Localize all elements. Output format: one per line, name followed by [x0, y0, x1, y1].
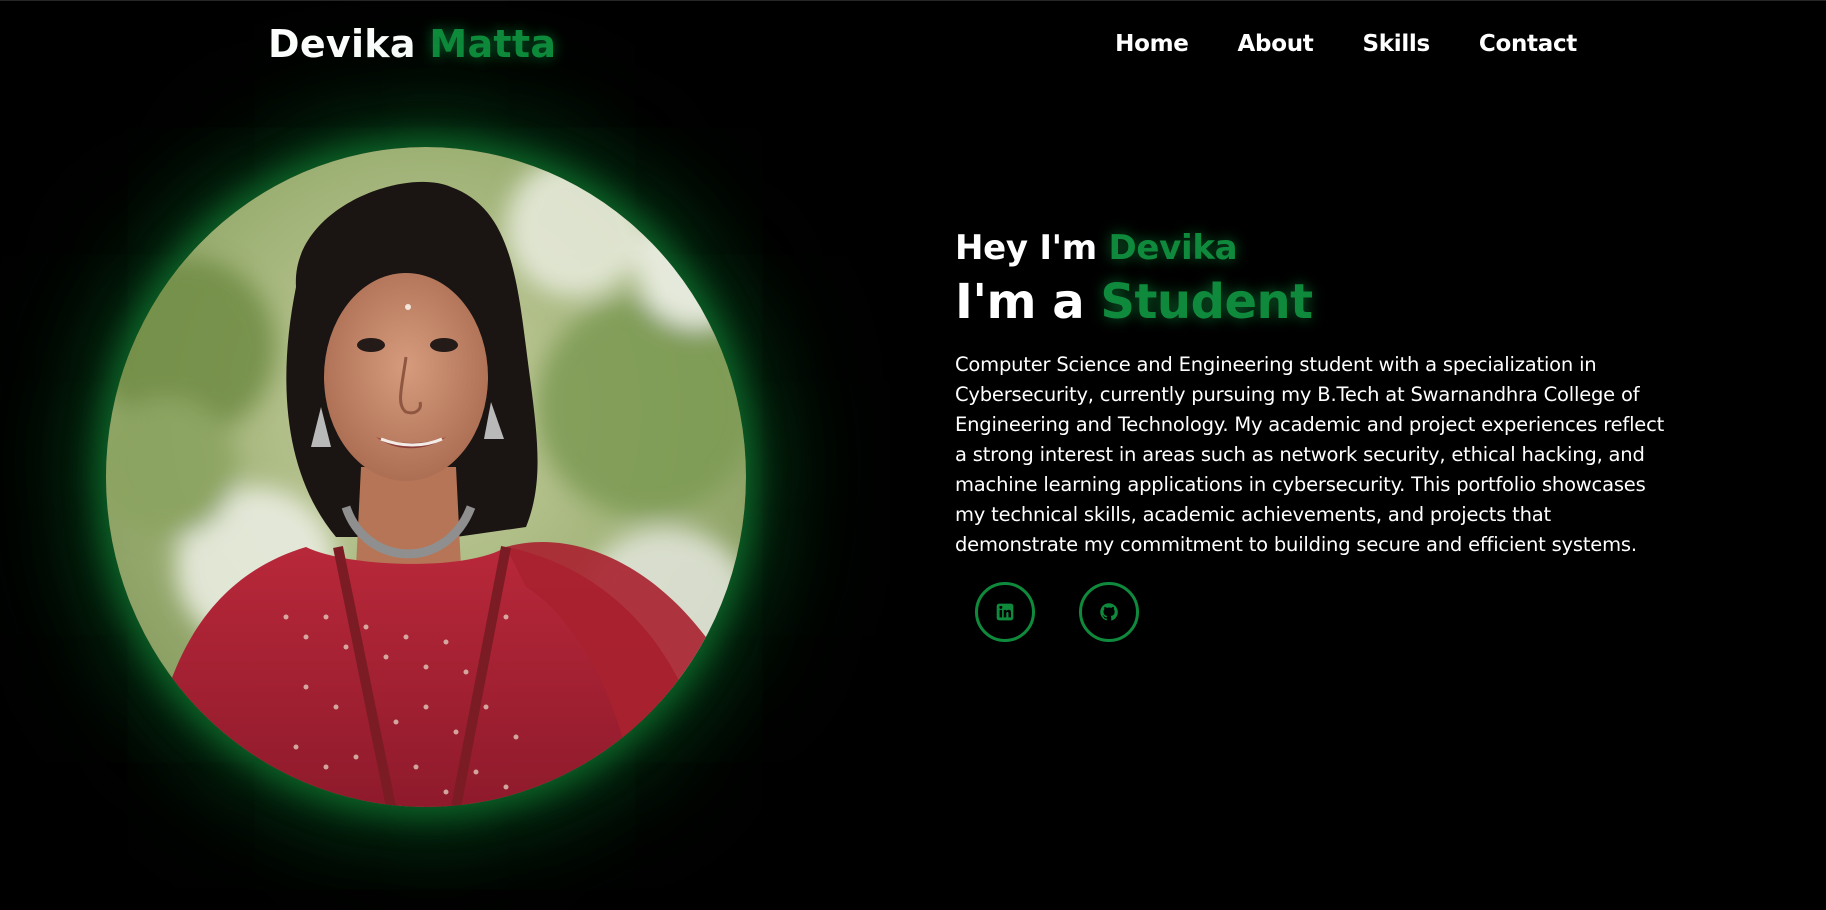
- hero-bio: Computer Science and Engineering student…: [955, 353, 1665, 556]
- profile-photo: [106, 147, 746, 807]
- nav-home[interactable]: Home: [1115, 31, 1189, 57]
- linkedin-button[interactable]: [975, 582, 1035, 642]
- logo-first-name: Devika: [268, 22, 416, 66]
- logo-last-name: Matta: [429, 22, 557, 66]
- greeting-prefix: Hey I'm: [955, 228, 1097, 268]
- nav-contact[interactable]: Contact: [1479, 31, 1577, 57]
- nav-skills[interactable]: Skills: [1362, 31, 1430, 57]
- hero-role: I'm a Student: [955, 274, 1675, 330]
- site-logo[interactable]: Devika Matta: [268, 22, 556, 66]
- role-word: Student: [1100, 274, 1313, 330]
- linkedin-icon: [996, 603, 1014, 621]
- profile-photo-illustration: [106, 147, 746, 807]
- greeting-name: Devika: [1108, 228, 1238, 268]
- role-prefix: I'm a: [955, 274, 1085, 330]
- nav-about[interactable]: About: [1238, 31, 1314, 57]
- main-nav: Home About Skills Contact: [1115, 31, 1577, 57]
- site-header: Devika Matta Home About Skills Contact: [0, 0, 1826, 92]
- github-icon: [1100, 603, 1118, 621]
- hero-section: Hey I'm Devika I'm a Student Computer Sc…: [955, 228, 1675, 642]
- hero-greeting: Hey I'm Devika: [955, 228, 1675, 268]
- github-button[interactable]: [1079, 582, 1139, 642]
- social-links: [975, 582, 1675, 642]
